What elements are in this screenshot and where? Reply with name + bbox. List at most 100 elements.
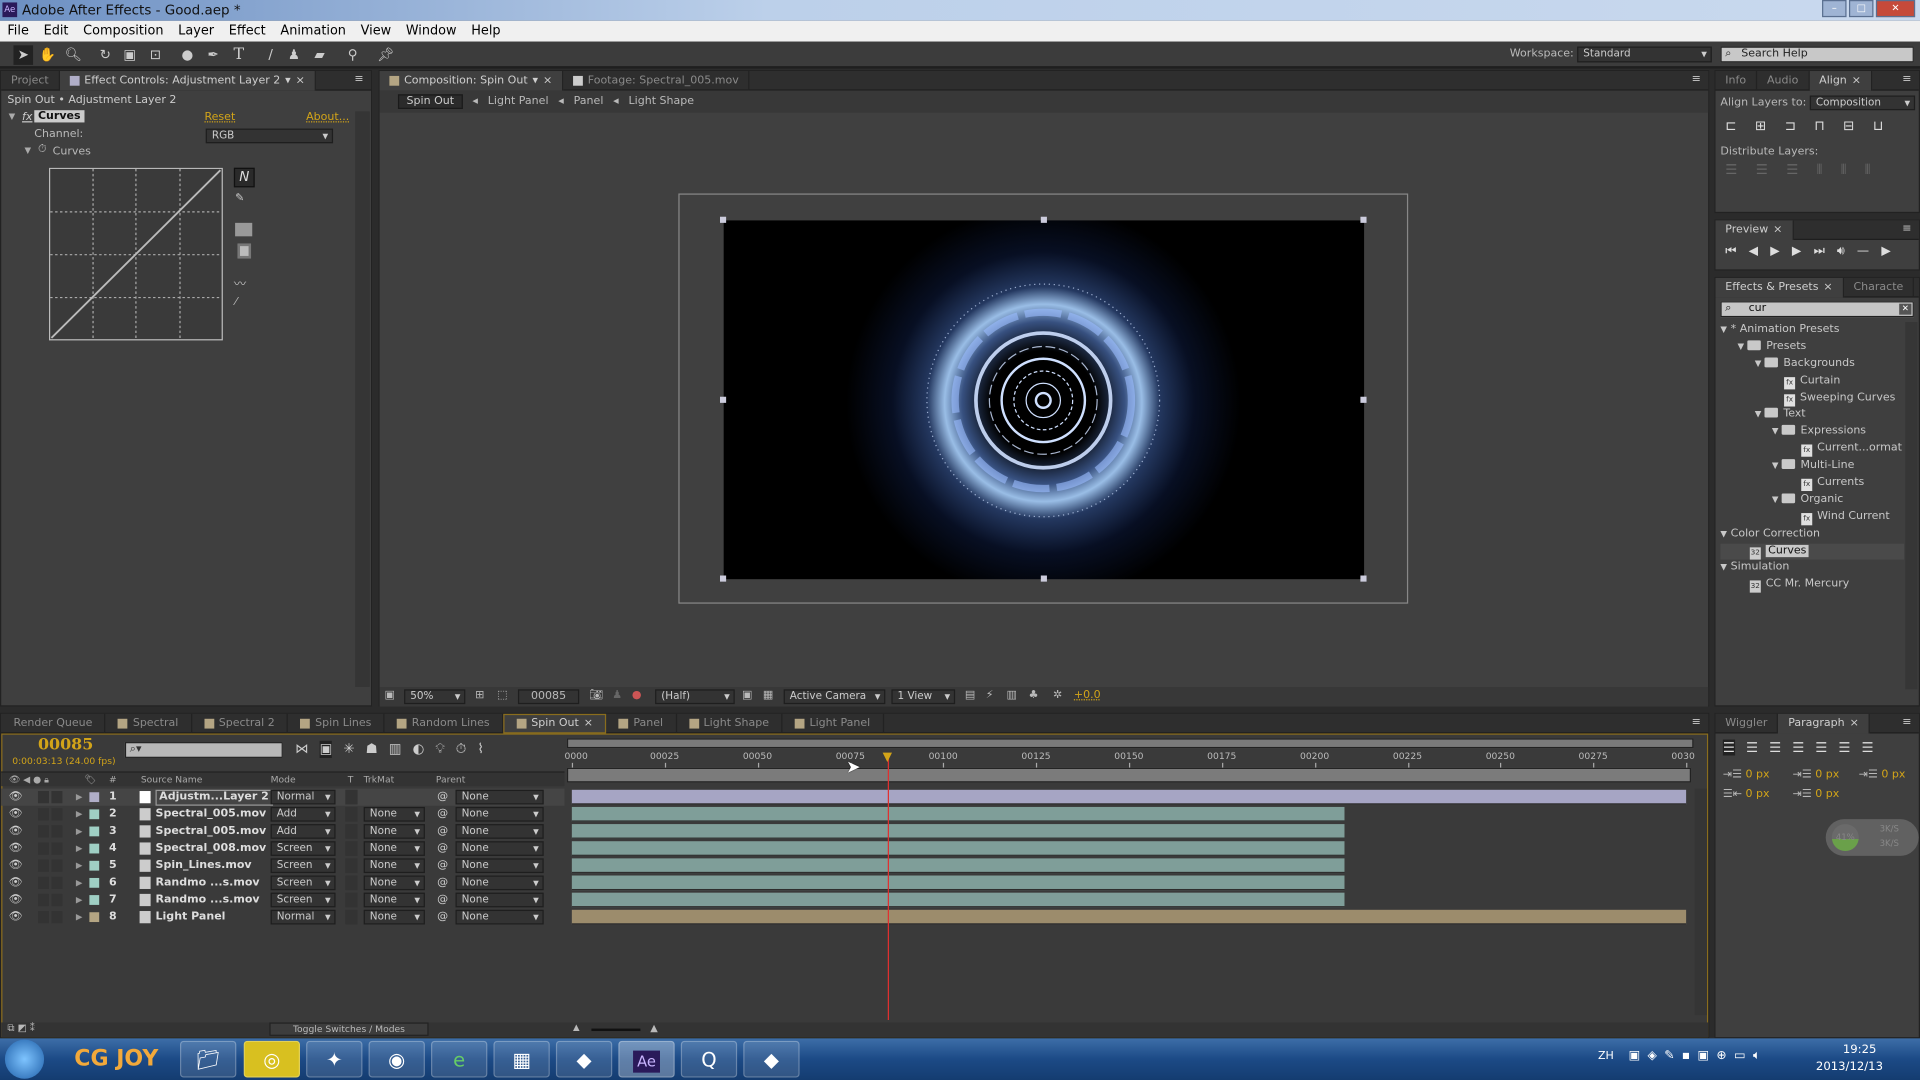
auto-keyframe-icon[interactable]: ⏱ bbox=[456, 741, 467, 758]
shape-tool-icon[interactable]: ● bbox=[178, 45, 198, 65]
effects-tree-item[interactable]: ▼ Simulation bbox=[1720, 560, 1904, 577]
play-icon[interactable]: ▶ bbox=[1770, 245, 1779, 258]
first-line-indent-field[interactable]: ⇥☰ 0 px bbox=[1859, 769, 1906, 781]
transform-handle[interactable] bbox=[1040, 216, 1047, 223]
app-taskbar-icon[interactable]: ◆ bbox=[555, 1040, 613, 1078]
indent-left-field[interactable]: ⇥☰ 0 px bbox=[1723, 769, 1770, 781]
menu-layer[interactable]: Layer bbox=[171, 21, 222, 42]
language-indicator[interactable]: ZH bbox=[1598, 1051, 1614, 1063]
label-color-swatch[interactable] bbox=[89, 792, 100, 803]
current-time-indicator[interactable] bbox=[887, 753, 889, 1021]
effects-tree-item[interactable]: ▼ Text bbox=[1720, 407, 1904, 424]
timeline-tab[interactable]: Light Panel bbox=[783, 713, 884, 734]
eraser-tool-icon[interactable]: ▰ bbox=[310, 45, 330, 65]
track-matte-dropdown[interactable]: None bbox=[363, 858, 425, 873]
blend-mode-dropdown[interactable]: Add bbox=[270, 824, 336, 839]
space-after-field[interactable]: ⇥☰ 0 px bbox=[1793, 789, 1840, 801]
pencil-tool-icon[interactable]: ✎ bbox=[235, 192, 244, 204]
parent-pickwhip-icon[interactable]: @ bbox=[437, 874, 448, 891]
open-folder-icon[interactable] bbox=[235, 222, 253, 237]
expand-layer-icon[interactable]: ▶ bbox=[76, 840, 83, 857]
audio-icon[interactable]: 🔊︎ bbox=[1837, 245, 1845, 258]
label-icon[interactable]: 🏷︎ bbox=[84, 773, 96, 788]
layer-name[interactable]: Spectral_008.mov bbox=[156, 840, 267, 857]
menu-effect[interactable]: Effect bbox=[221, 21, 273, 42]
timeline-tab[interactable]: Spin Lines bbox=[288, 713, 385, 734]
puppet-pin-tool-icon[interactable]: 📌︎ bbox=[376, 45, 396, 65]
blend-mode-dropdown[interactable]: Add bbox=[270, 806, 336, 822]
preserve-transparency-switch[interactable] bbox=[345, 892, 358, 908]
lock-switch[interactable] bbox=[51, 825, 63, 838]
flow-item-panel[interactable]: Panel bbox=[574, 96, 604, 108]
layer-duration-bar[interactable] bbox=[571, 909, 1687, 925]
vertical-scrollbar[interactable] bbox=[1905, 322, 1918, 690]
brush-tool-icon[interactable]: / bbox=[261, 45, 281, 65]
close-tab-icon[interactable]: × bbox=[1823, 278, 1832, 298]
vertical-scrollbar[interactable] bbox=[1694, 788, 1707, 1016]
effects-tree-item[interactable]: ▼ Color Correction bbox=[1720, 526, 1904, 543]
indent-right-field[interactable]: ⇥☰ 0 px bbox=[1793, 769, 1840, 781]
ie-taskbar-icon[interactable]: e bbox=[431, 1040, 488, 1078]
snapshot-icon[interactable]: 📷︎ bbox=[589, 689, 603, 701]
label-color-swatch[interactable] bbox=[89, 877, 100, 888]
close-tab-icon[interactable]: × bbox=[296, 71, 305, 91]
solo-switch[interactable] bbox=[37, 893, 49, 907]
mask-visibility-icon[interactable]: ⬚ bbox=[497, 689, 507, 701]
quicktime-taskbar-icon[interactable]: Q bbox=[680, 1040, 738, 1078]
justify-last-right-icon[interactable]: ☰ bbox=[1838, 740, 1850, 756]
fast-previews-icon[interactable]: ⚡ bbox=[986, 689, 994, 701]
zoom-in-icon[interactable]: ▲ bbox=[650, 1022, 658, 1033]
effect-name[interactable]: Curves bbox=[34, 110, 85, 123]
close-tab-icon[interactable]: × bbox=[1773, 220, 1782, 240]
lock-switch[interactable] bbox=[51, 893, 63, 907]
after-effects-taskbar-icon[interactable]: Ae bbox=[618, 1040, 675, 1078]
justify-last-center-icon[interactable]: ☰ bbox=[1815, 740, 1827, 756]
visibility-eye-icon[interactable]: 👁︎ bbox=[9, 789, 23, 806]
parent-dropdown[interactable]: None bbox=[455, 875, 544, 890]
indent-right-value[interactable]: 0 px bbox=[1745, 789, 1769, 801]
effects-tree-item[interactable]: ▼ Organic bbox=[1720, 492, 1904, 509]
panel-menu-icon[interactable]: ≡ bbox=[1692, 73, 1701, 85]
loop-icon[interactable]: — bbox=[1857, 245, 1869, 258]
panel-menu-icon[interactable]: ≡ bbox=[354, 73, 363, 85]
flowchart-icon[interactable]: ♣ bbox=[1029, 689, 1039, 701]
space-before-value[interactable]: 0 px bbox=[1815, 769, 1839, 781]
motion-blur-icon[interactable]: ◐ bbox=[413, 741, 425, 758]
expand-layer-icon[interactable]: ▶ bbox=[76, 806, 83, 823]
selection-tool-icon[interactable]: ➤ bbox=[13, 45, 34, 65]
save-icon[interactable] bbox=[237, 243, 252, 259]
minimize-button[interactable]: – bbox=[1822, 0, 1847, 18]
distribute-bottom-icon[interactable]: ☰ bbox=[1786, 162, 1798, 179]
parent-dropdown[interactable]: None bbox=[455, 892, 544, 908]
preserve-transparency-switch[interactable] bbox=[345, 824, 358, 839]
timeline-tab[interactable]: Light Shape bbox=[677, 713, 783, 734]
flow-item-light-shape[interactable]: Light Shape bbox=[629, 96, 695, 108]
layer-row[interactable]: 👁︎ ▶ 4 Spectral_008.movScreen None @ None bbox=[1, 840, 564, 857]
recorder-taskbar-icon[interactable]: ◆ bbox=[743, 1040, 800, 1078]
indent-right-field-2[interactable]: ☰⇤ 0 px bbox=[1723, 789, 1770, 801]
menu-help[interactable]: Help bbox=[464, 21, 508, 42]
vertical-scrollbar[interactable] bbox=[355, 111, 370, 687]
time-ruler[interactable]: 0000 00025 00050 00075 00100 00125 00150 00175 0… bbox=[564, 749, 1695, 768]
justify-all-icon[interactable]: ☰ bbox=[1862, 740, 1874, 756]
layer-name[interactable]: Adjustm...Layer 2 bbox=[155, 789, 273, 806]
solo-switch[interactable] bbox=[37, 911, 49, 924]
reset-curve-icon[interactable]: ⁄ bbox=[235, 296, 237, 308]
frame-blending-icon[interactable]: ▥ bbox=[389, 741, 402, 758]
stopwatch-icon[interactable]: ⏱ bbox=[38, 143, 47, 155]
clock-time[interactable]: 19:25 bbox=[1843, 1043, 1877, 1056]
transform-handle[interactable] bbox=[720, 396, 727, 403]
expand-layer-icon[interactable]: ▶ bbox=[76, 891, 83, 908]
graph-editor-icon[interactable]: ⌇ bbox=[477, 741, 484, 758]
lock-switch[interactable] bbox=[51, 911, 63, 924]
label-color-swatch[interactable] bbox=[89, 826, 100, 837]
label-color-swatch[interactable] bbox=[89, 912, 100, 923]
current-time-field[interactable]: 00085 bbox=[517, 689, 580, 705]
timeline-tab[interactable]: Spectral bbox=[106, 713, 192, 734]
layer-duration-bar[interactable] bbox=[571, 789, 1687, 805]
expand-triangle-icon[interactable]: ▼ bbox=[1772, 427, 1779, 437]
layer-row[interactable]: 👁︎ ▶ 6 Randmo ...s.mov Screen None @ None bbox=[1, 874, 564, 891]
expand-layer-icon[interactable]: ▶ bbox=[76, 909, 83, 926]
grid-icon[interactable]: ⊞ bbox=[475, 689, 484, 701]
parent-pickwhip-icon[interactable]: @ bbox=[437, 840, 448, 857]
